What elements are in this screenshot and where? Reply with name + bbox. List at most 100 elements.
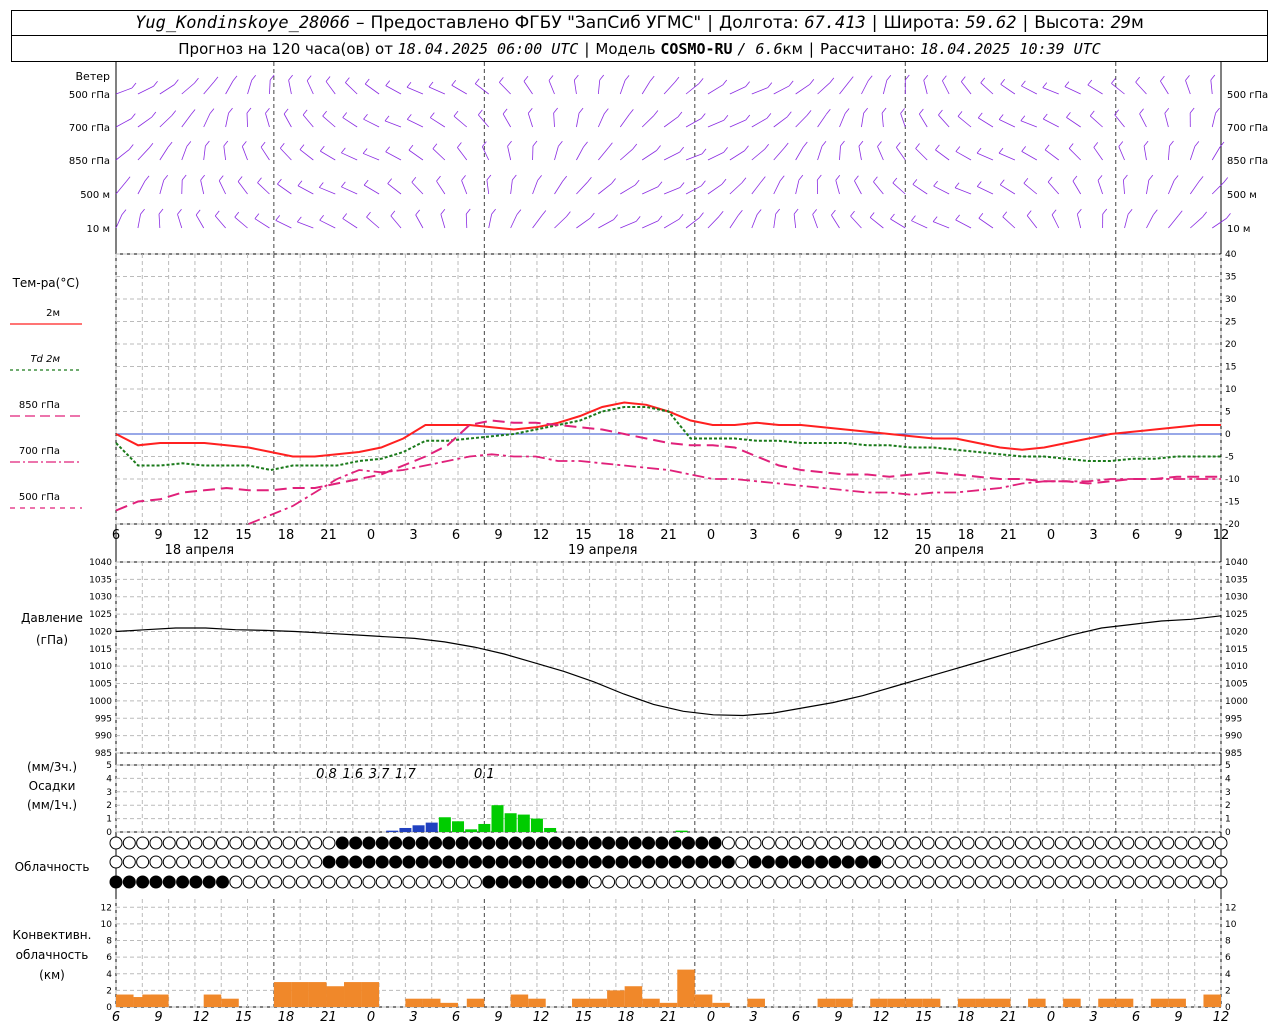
wind-barb-flag [881, 107, 887, 114]
wind-barb-flag [1000, 79, 1006, 85]
wind-barb-flag [288, 74, 293, 81]
wind-barb-flag [1102, 208, 1108, 215]
wind-barb [1168, 180, 1175, 195]
wind-barb-flag [491, 208, 496, 215]
cloud-cover-circle [229, 836, 243, 850]
wind-barb [247, 80, 253, 95]
wind-barb-flag [745, 81, 750, 87]
cloud-cover-circle [309, 836, 323, 850]
x-tick-label-bottom: 18 [958, 1010, 975, 1024]
cloud-cover-circle [815, 855, 829, 869]
y-tick-label: 1010 [89, 662, 112, 672]
cloud-cover-circle [482, 836, 496, 850]
wind-barb-flag [1226, 213, 1231, 219]
wind-barb-flag [812, 209, 817, 215]
cloud-cover-circle [602, 855, 616, 869]
wind-barb [957, 116, 972, 128]
wind-barb [453, 115, 468, 128]
x-tick-label-bottom: 0 [1047, 1010, 1055, 1024]
wind-barb [912, 184, 928, 195]
wind-barb [406, 86, 424, 95]
wind-barb [325, 81, 336, 95]
conv-bar [905, 998, 923, 1007]
wind-barb [751, 117, 768, 128]
wind-barb-flag [634, 179, 640, 186]
y-tick-label-right: 8 [1225, 937, 1231, 947]
cloud-cover-circle [149, 875, 163, 889]
wind-barb [181, 146, 188, 161]
y-tick-label: 995 [95, 714, 112, 724]
wind-barb [440, 214, 446, 229]
wind-barb [432, 148, 446, 161]
cloud-cover-circle [961, 875, 975, 889]
conv-bar [624, 986, 643, 1007]
y-tick-label-right: 0 [1225, 828, 1231, 838]
wind-barb-flag [1026, 210, 1032, 216]
wind-barb-flag [194, 77, 199, 84]
cloud-cover-circle [748, 875, 762, 889]
wind-barb-flag [977, 112, 983, 119]
wind-barb-flag [869, 212, 875, 218]
wind-barb [1143, 146, 1147, 161]
cloud-cover-circle [269, 875, 283, 889]
wind-barb-flag [604, 108, 609, 114]
wind-barb-flag [935, 144, 940, 151]
wind-barb-flag [1111, 78, 1116, 84]
cloud-cover-circle [615, 836, 629, 850]
wind-barb-flag [1139, 108, 1144, 115]
wind-barb [978, 217, 994, 229]
wind-barb-flag [699, 212, 704, 218]
wind-barb [707, 183, 723, 195]
conv-bar [422, 998, 441, 1007]
cloud-cover-circle [282, 855, 296, 869]
cloud-cover-circle [122, 836, 136, 850]
y-tick-label-right: -10 [1225, 475, 1240, 485]
wind-barb-flag [1194, 141, 1200, 147]
cloud-cover-circle [735, 836, 749, 850]
pressure-title: Давление [21, 611, 83, 625]
wind-barb-flag [802, 141, 808, 148]
cloud-cover-circle [468, 875, 482, 889]
wind-barb-flag [171, 110, 177, 116]
temp-legend-label: 850 гПа [19, 400, 60, 411]
wind-barb [576, 217, 591, 229]
x-tick-label: 18 [278, 528, 295, 543]
cloud-cover-circle [1214, 855, 1228, 869]
cloud-cover-circle [1134, 836, 1148, 850]
conv-bar [308, 982, 327, 1007]
wind-barb [203, 113, 211, 128]
wind-barb [1167, 145, 1170, 161]
y-tick-label-right: 10 [1225, 920, 1237, 930]
wind-barb [641, 80, 651, 95]
y-tick-label-right: 1020 [1225, 627, 1248, 637]
wind-barb [642, 186, 659, 195]
cloud-cover-circle [295, 855, 309, 869]
wind-barb [430, 117, 446, 128]
wind-barb-flag [385, 146, 390, 152]
wind-barb [384, 120, 402, 128]
cloud-cover-circle [562, 836, 576, 850]
wind-barb-flag [1173, 175, 1179, 181]
cloud-cover-circle [162, 855, 176, 869]
x-tick-label-bottom: 9 [494, 1010, 502, 1024]
y-tick-label-right: 1005 [1225, 680, 1248, 690]
wind-barb-flag [1202, 211, 1207, 218]
wind-barb-flag [698, 78, 704, 84]
cloud-cover-circle [389, 836, 403, 850]
cloud-cover-circle [615, 855, 629, 869]
wind-barb-flag [976, 181, 982, 187]
wind-barb-flag [786, 111, 792, 118]
wind-barb-flag [775, 208, 781, 215]
wind-barb-flag [783, 142, 789, 149]
wind-level-label: 10 м [87, 224, 110, 235]
wind-barb [137, 85, 154, 95]
y-tick-label-right: 1035 [1225, 575, 1248, 585]
cloud-cover-circle [868, 836, 882, 850]
cloud-cover-circle [495, 836, 509, 850]
cloud-cover-circle [1107, 855, 1121, 869]
wind-barb-flag [629, 109, 634, 115]
wind-barb [265, 113, 270, 128]
wind-barb [137, 214, 141, 229]
wind-barb-flag [158, 208, 164, 215]
wind-level-label-right: 10 м [1227, 224, 1250, 235]
